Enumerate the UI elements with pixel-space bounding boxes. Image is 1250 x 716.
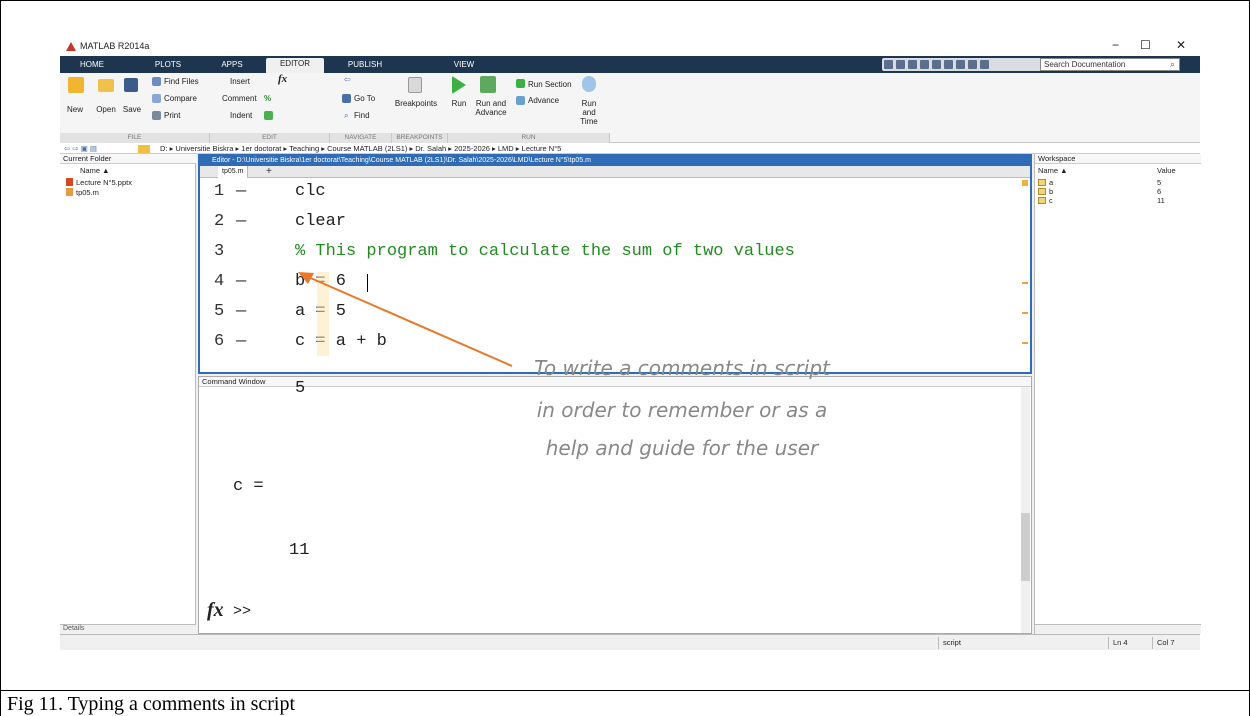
figure-caption: Fig 11. Typing a comments in script xyxy=(7,693,296,715)
annotation-line-1: To write a comments in script xyxy=(534,356,830,380)
annotation-line-2: in order to remember or as a xyxy=(536,398,828,422)
annotation-arrow-line xyxy=(305,275,513,367)
annotation-line-3: help and guide for the user xyxy=(545,436,819,460)
caption-box: Fig 11. Typing a comments in script xyxy=(0,690,1250,716)
